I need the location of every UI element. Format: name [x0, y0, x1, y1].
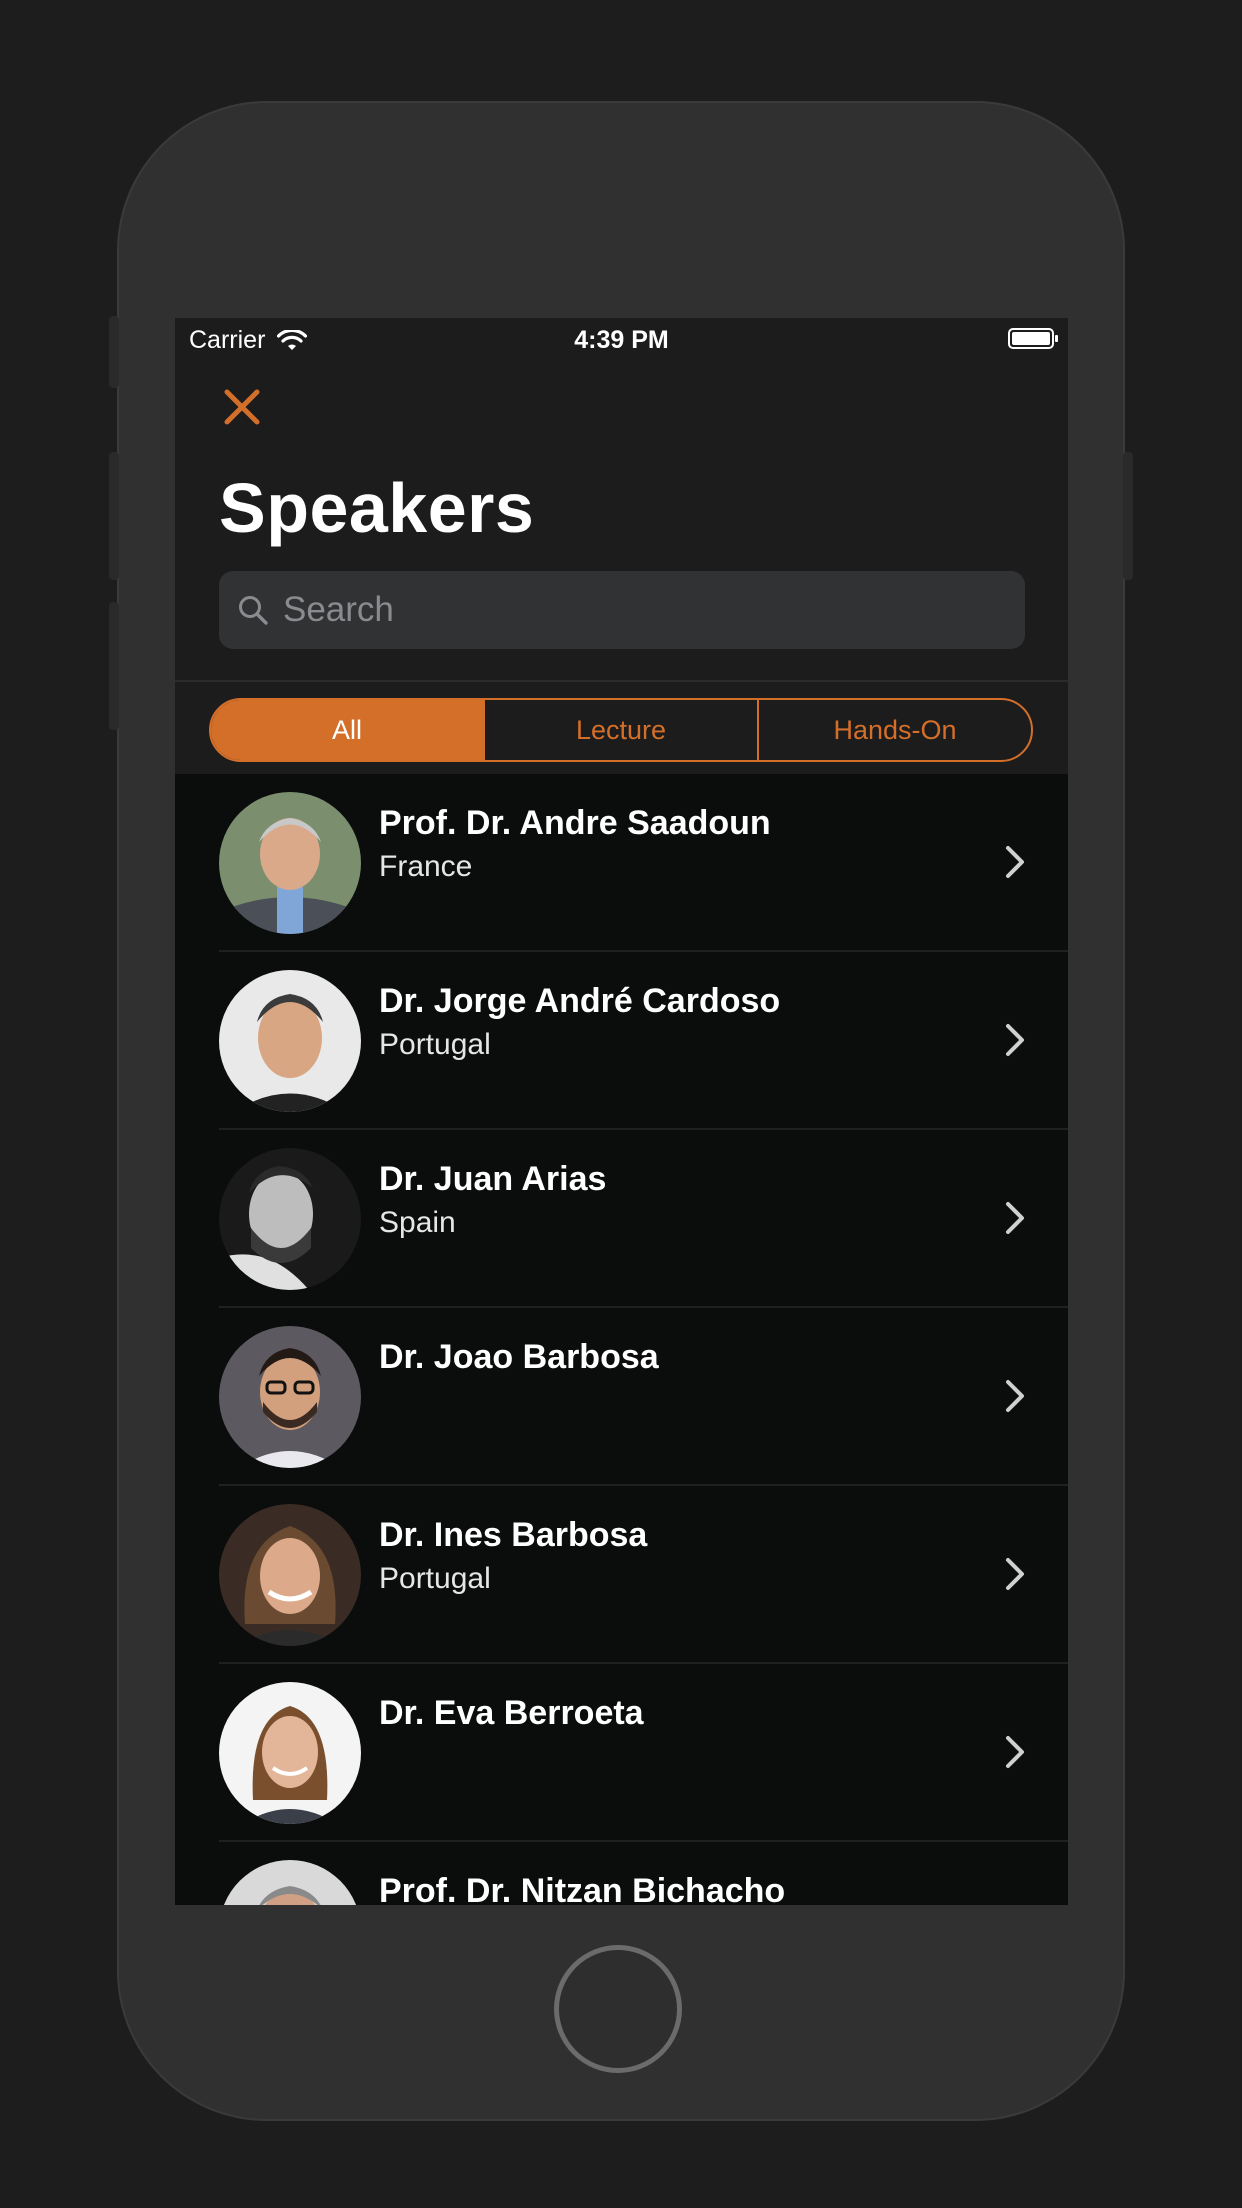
home-button[interactable]: [554, 1945, 682, 2073]
status-time: 4:39 PM: [574, 326, 669, 354]
speaker-row[interactable]: Prof. Dr. Nitzan Bichacho: [175, 1842, 1068, 1905]
speaker-avatar: [219, 1148, 361, 1290]
speaker-country: France: [379, 850, 473, 883]
segment-hands-on[interactable]: Hands-On: [757, 700, 1031, 760]
speaker-country: Portugal: [379, 1562, 491, 1595]
speaker-list: Prof. Dr. Andre Saadoun France Dr. Jorge…: [175, 774, 1068, 1905]
speaker-row[interactable]: Prof. Dr. Andre Saadoun France: [175, 774, 1068, 952]
chevron-right-icon: [1006, 1024, 1024, 1056]
mute-switch: [109, 316, 119, 388]
speaker-name: Dr. Eva Berroeta: [379, 1694, 644, 1732]
close-button[interactable]: [221, 386, 263, 428]
battery-icon: [1008, 328, 1058, 349]
header-divider: [175, 680, 1068, 682]
speaker-row[interactable]: Dr. Juan Arias Spain: [175, 1130, 1068, 1308]
speaker-name: Prof. Dr. Nitzan Bichacho: [379, 1872, 786, 1905]
search-icon: [239, 596, 268, 625]
chevron-right-icon: [1006, 1380, 1024, 1412]
segment-all[interactable]: All: [211, 700, 483, 760]
speaker-country: Spain: [379, 1206, 456, 1239]
chevron-right-icon: [1006, 1202, 1024, 1234]
chevron-right-icon: [1006, 846, 1024, 878]
speaker-name: Dr. Jorge André Cardoso: [379, 982, 781, 1020]
speaker-filter-control: All Lecture Hands-On: [209, 698, 1033, 762]
close-icon: [224, 389, 260, 425]
speaker-row[interactable]: Dr. Ines Barbosa Portugal: [175, 1486, 1068, 1664]
speaker-avatar: [219, 1682, 361, 1824]
speaker-avatar: [219, 1504, 361, 1646]
segment-lecture[interactable]: Lecture: [483, 700, 757, 760]
speaker-name: Dr. Joao Barbosa: [379, 1338, 659, 1376]
volume-up-button: [109, 452, 119, 580]
speaker-row[interactable]: Dr. Eva Berroeta: [175, 1664, 1068, 1842]
speaker-avatar: [219, 1326, 361, 1468]
speaker-row[interactable]: Dr. Jorge André Cardoso Portugal: [175, 952, 1068, 1130]
volume-down-button: [109, 602, 119, 730]
speaker-country: Portugal: [379, 1028, 491, 1061]
power-button: [1123, 452, 1133, 580]
chevron-right-icon: [1006, 1736, 1024, 1768]
chevron-right-icon: [1006, 1558, 1024, 1590]
app-screen: Carrier 4:39 PM Speakers All Lecture Han…: [175, 318, 1068, 1905]
speaker-name: Dr. Juan Arias: [379, 1160, 607, 1198]
speaker-row[interactable]: Dr. Joao Barbosa: [175, 1308, 1068, 1486]
page-title: Speakers: [219, 469, 535, 547]
speaker-name: Prof. Dr. Andre Saadoun: [379, 804, 771, 842]
speaker-avatar: [219, 1860, 361, 1905]
speaker-avatar: [219, 970, 361, 1112]
speaker-avatar: [219, 792, 361, 934]
speaker-name: Dr. Ines Barbosa: [379, 1516, 648, 1554]
search-input[interactable]: [281, 589, 985, 631]
search-bar[interactable]: [219, 571, 1025, 649]
status-bar: Carrier 4:39 PM: [175, 318, 1068, 364]
